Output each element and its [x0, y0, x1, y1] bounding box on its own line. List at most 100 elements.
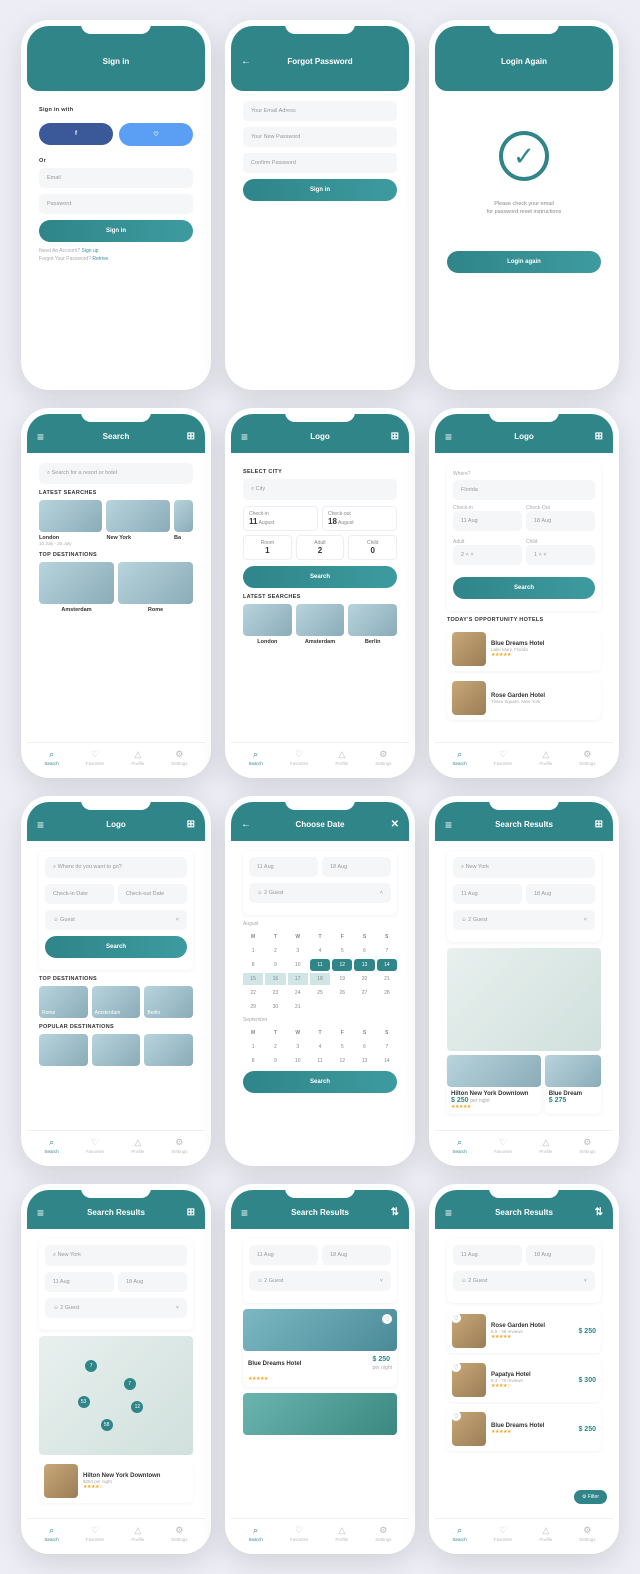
nav-profile[interactable]: △Profile — [539, 1137, 552, 1154]
nav-search[interactable]: ⌕Search — [453, 749, 467, 766]
search-card[interactable]: London — [243, 604, 292, 645]
nav-profile[interactable]: △Profile — [539, 749, 552, 766]
destination-card[interactable]: Berlin — [144, 986, 193, 1018]
checkin-input[interactable]: Check-in Date — [45, 884, 114, 904]
nav-favorites[interactable]: ♡Favorites — [494, 1525, 513, 1542]
nav-settings[interactable]: ⚙Settings — [171, 1525, 187, 1542]
signup-link[interactable]: Sign up — [82, 248, 99, 254]
filter-icon[interactable]: ⇅ — [595, 1207, 603, 1218]
date-to[interactable]: 18 Aug — [526, 1245, 595, 1265]
nav-profile[interactable]: △Profile — [131, 749, 144, 766]
nav-profile[interactable]: △Profile — [335, 1525, 348, 1542]
search-button[interactable]: Search — [243, 1071, 397, 1093]
menu-icon[interactable]: ≡ — [445, 1206, 452, 1220]
nav-favorites[interactable]: ♡Favorites — [494, 749, 513, 766]
menu-icon[interactable]: ≡ — [37, 430, 44, 444]
guest-input[interactable]: ☺ 2 Guest ˄ — [249, 883, 391, 903]
date-to[interactable]: 18 Aug — [322, 1245, 391, 1265]
date-to[interactable]: 18 Aug — [526, 884, 595, 904]
email-field[interactable]: Email — [39, 168, 193, 188]
filter-button[interactable]: ⚙ Filter — [574, 1490, 607, 1504]
map-icon[interactable]: ⊞ — [187, 431, 195, 442]
login-again-button[interactable]: Login again — [447, 251, 601, 273]
menu-icon[interactable]: ≡ — [37, 1206, 44, 1220]
date-from[interactable]: 11 Aug — [249, 1245, 318, 1265]
close-icon[interactable]: ✕ — [391, 819, 399, 830]
nav-settings[interactable]: ⚙Settings — [171, 749, 187, 766]
room-stepper[interactable]: Room1 — [243, 535, 292, 560]
result-card[interactable]: Hilton New York Downtown$ 250 per night★… — [447, 1055, 541, 1114]
nav-profile[interactable]: △Profile — [131, 1525, 144, 1542]
nav-search[interactable]: ⌕Search — [249, 749, 263, 766]
city-input[interactable]: ⌕ New York — [45, 1245, 187, 1266]
favorite-icon[interactable]: ♡ — [451, 1362, 461, 1372]
city-input[interactable]: ⌕ City — [243, 479, 397, 500]
guest-input[interactable]: ☺ 2 Guest ˅ — [45, 1298, 187, 1318]
map-icon[interactable]: ⊞ — [187, 1207, 195, 1218]
nav-settings[interactable]: ⚙Settings — [579, 1137, 595, 1154]
nav-favorites[interactable]: ♡Favorites — [494, 1137, 513, 1154]
nav-search[interactable]: ⌕Search — [249, 1525, 263, 1542]
map-icon[interactable]: ⊞ — [187, 819, 195, 830]
hotel-card[interactable]: ♡Blue Dreams Hotel★★★★★$ 250 — [447, 1407, 601, 1451]
result-card[interactable]: Blue Dream$ 275 — [545, 1055, 601, 1114]
favorite-icon[interactable]: ♡ — [451, 1313, 461, 1323]
guest-input[interactable]: ☺ 2 Guest ˅ — [249, 1271, 391, 1291]
nav-settings[interactable]: ⚙Settings — [579, 749, 595, 766]
map-pin[interactable]: 7 — [85, 1360, 97, 1372]
adult-stepper[interactable]: 2 ˄ ˅ — [453, 545, 522, 565]
facebook-button[interactable]: f — [39, 123, 113, 145]
nav-favorites[interactable]: ♡Favorites — [290, 1525, 309, 1542]
nav-settings[interactable]: ⚙Settings — [375, 1525, 391, 1542]
date-from[interactable]: 11 Aug — [453, 884, 522, 904]
calendar[interactable]: MTWTFSS123456789101112131415161718192021… — [243, 931, 397, 1013]
destination-card[interactable] — [92, 1034, 141, 1066]
nav-settings[interactable]: ⚙Settings — [579, 1525, 595, 1542]
filter-icon[interactable]: ⇅ — [391, 1207, 399, 1218]
adult-stepper[interactable]: Adult2 — [296, 535, 345, 560]
new-password-field[interactable]: Your New Password — [243, 127, 397, 147]
date-to[interactable]: 18 Aug — [322, 857, 391, 877]
result-card[interactable] — [243, 1393, 397, 1435]
hotel-card[interactable]: Blue Dreams HotelLake Mary, Florida★★★★★ — [447, 627, 601, 671]
confirm-password-field[interactable]: Confirm Password — [243, 153, 397, 173]
menu-icon[interactable]: ≡ — [445, 430, 452, 444]
search-card[interactable]: New York — [106, 500, 169, 546]
nav-profile[interactable]: △Profile — [335, 749, 348, 766]
guest-input[interactable]: ☺ Guest ˅ — [45, 910, 187, 930]
search-button[interactable]: Search — [453, 577, 595, 599]
guest-input[interactable]: ☺ 2 Guest ˅ — [453, 910, 595, 930]
back-icon[interactable]: ← — [241, 56, 251, 67]
checkout-input[interactable]: Check-out Date — [118, 884, 187, 904]
city-input[interactable]: ⌕ New York — [453, 857, 595, 878]
search-card[interactable]: Ba — [174, 500, 193, 546]
hotel-card[interactable]: Rose Garden HotelTimes Square, New York — [447, 676, 601, 720]
password-field[interactable]: Password — [39, 194, 193, 214]
search-button[interactable]: Search — [45, 936, 187, 958]
nav-settings[interactable]: ⚙Settings — [375, 749, 391, 766]
search-button[interactable]: Search — [243, 566, 397, 588]
hotel-card[interactable]: Hilton New York Downtown$254 per night★★… — [39, 1459, 193, 1503]
favorite-icon[interactable]: ♡ — [451, 1411, 461, 1421]
nav-search[interactable]: ⌕Search — [45, 1525, 59, 1542]
favorite-icon[interactable]: ♡ — [382, 1314, 392, 1324]
nav-search[interactable]: ⌕Search — [453, 1525, 467, 1542]
date-to[interactable]: 18 Aug — [118, 1272, 187, 1292]
map-pin[interactable]: 58 — [101, 1419, 113, 1431]
nav-search[interactable]: ⌕Search — [45, 749, 59, 766]
destination-card[interactable] — [144, 1034, 193, 1066]
search-card[interactable]: Amsterdam — [296, 604, 345, 645]
back-icon[interactable]: ← — [241, 819, 251, 830]
destination-card[interactable]: Amsterdam — [92, 986, 141, 1018]
retrive-link[interactable]: Retrive — [92, 256, 108, 262]
search-input[interactable]: ⌕ Search for a resort or hotel — [39, 463, 193, 484]
nav-search[interactable]: ⌕Search — [45, 1137, 59, 1154]
hotel-card[interactable]: ♡Papatya Hotel8.3 - 70 reviews★★★★☆$ 300 — [447, 1358, 601, 1402]
menu-icon[interactable]: ≡ — [37, 818, 44, 832]
email-field[interactable]: Your Email Adress — [243, 101, 397, 121]
nav-favorites[interactable]: ♡Favorites — [86, 1525, 105, 1542]
date-from[interactable]: 11 Aug — [453, 1245, 522, 1265]
date-from[interactable]: 11 Aug — [45, 1272, 114, 1292]
nav-profile[interactable]: △Profile — [539, 1525, 552, 1542]
where-input[interactable]: ⌕ Where do you want to go? — [45, 857, 187, 878]
